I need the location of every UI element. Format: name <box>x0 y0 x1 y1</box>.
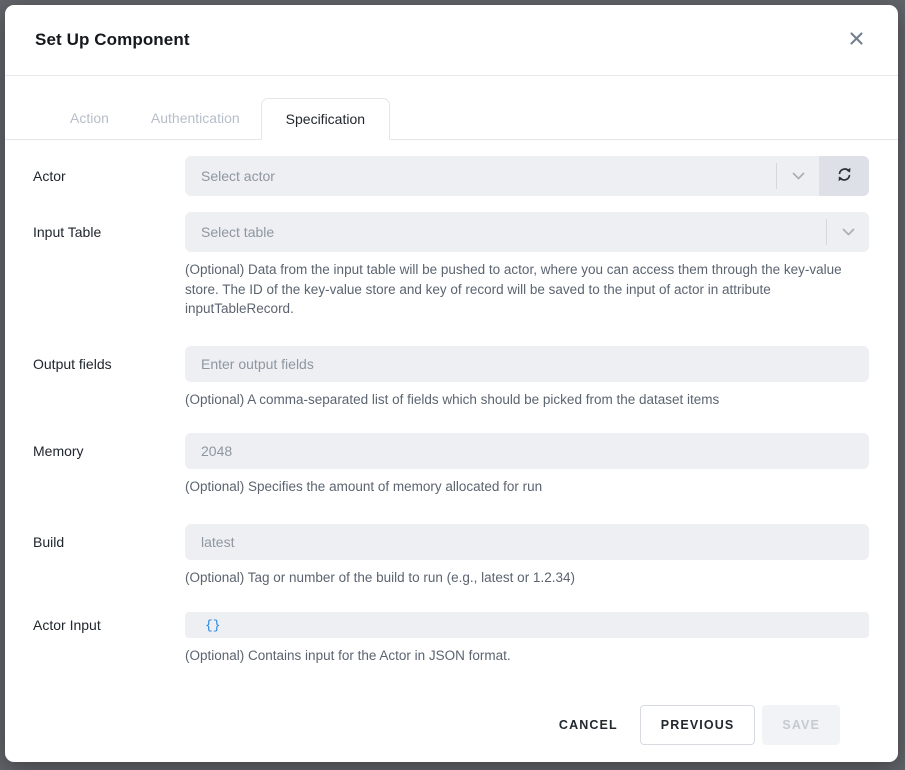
input-table-select-placeholder: Select table <box>201 224 826 240</box>
memory-input[interactable] <box>185 433 869 469</box>
form-row-memory: Memory (Optional) Specifies the amount o… <box>33 433 869 497</box>
actor-select-placeholder: Select actor <box>201 168 776 184</box>
chevron-down-icon <box>827 228 869 236</box>
form-row-build: Build (Optional) Tag or number of the bu… <box>33 524 869 588</box>
setup-component-modal: Set Up Component Action Authentication S… <box>5 5 898 762</box>
modal-footer: CANCEL PREVIOUS SAVE <box>33 705 869 745</box>
refresh-icon <box>836 166 853 186</box>
build-label: Build <box>33 524 185 560</box>
input-table-select[interactable]: Select table <box>185 212 869 252</box>
output-fields-label: Output fields <box>33 346 185 382</box>
actor-input-json-editor[interactable]: {} <box>185 612 869 638</box>
previous-button[interactable]: PREVIOUS <box>640 705 756 745</box>
build-help-text: (Optional) Tag or number of the build to… <box>185 568 845 588</box>
close-icon <box>849 31 864 49</box>
tab-action[interactable]: Action <box>49 97 130 139</box>
tab-authentication[interactable]: Authentication <box>130 97 261 139</box>
input-table-help-text: (Optional) Data from the input table wil… <box>185 260 845 319</box>
tab-bar: Action Authentication Specification <box>5 76 898 140</box>
modal-title: Set Up Component <box>35 30 190 50</box>
close-button[interactable] <box>844 28 868 52</box>
form-row-input-table: Input Table Select table (Optional) Data… <box>33 212 869 319</box>
input-table-label: Input Table <box>33 212 185 252</box>
actor-select[interactable]: Select actor <box>185 156 819 196</box>
save-button[interactable]: SAVE <box>762 705 840 745</box>
chevron-down-icon <box>777 172 819 180</box>
output-fields-help-text: (Optional) A comma-separated list of fie… <box>185 390 845 410</box>
modal-header: Set Up Component <box>5 5 898 76</box>
cancel-button[interactable]: CANCEL <box>538 705 639 745</box>
form-row-actor: Actor Select actor <box>33 156 869 196</box>
form-row-output-fields: Output fields (Optional) A comma-separat… <box>33 346 869 410</box>
memory-help-text: (Optional) Specifies the amount of memor… <box>185 477 845 497</box>
form-row-actor-input: Actor Input {} (Optional) Contains input… <box>33 612 869 666</box>
memory-label: Memory <box>33 433 185 469</box>
output-fields-input[interactable] <box>185 346 869 382</box>
tab-specification[interactable]: Specification <box>261 98 390 140</box>
actor-input-json-value: {} <box>205 618 221 633</box>
refresh-actors-button[interactable] <box>819 156 869 196</box>
build-input[interactable] <box>185 524 869 560</box>
actor-input-label: Actor Input <box>33 612 185 638</box>
actor-input-help-text: (Optional) Contains input for the Actor … <box>185 646 845 666</box>
actor-label: Actor <box>33 156 185 196</box>
specification-form: Actor Select actor <box>5 140 898 745</box>
